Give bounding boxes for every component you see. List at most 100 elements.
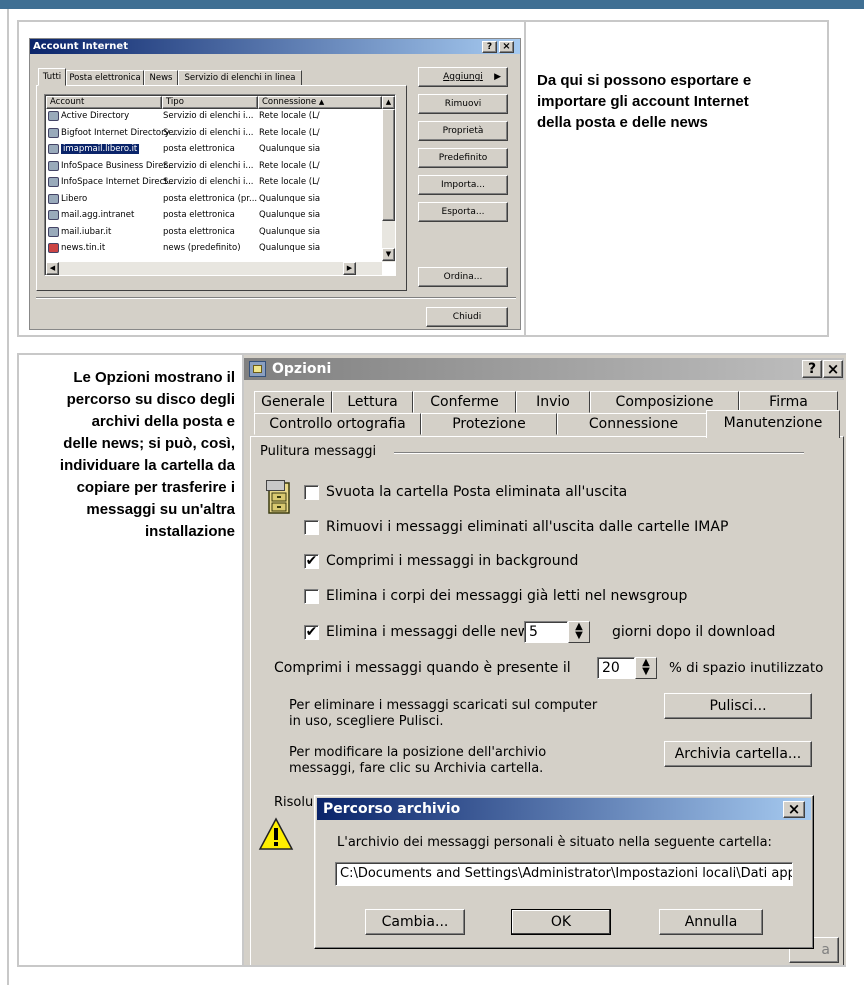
tab-conferme[interactable]: Conferme [413, 391, 516, 413]
account-cell: InfoSpace Internet Direct... [61, 177, 176, 187]
news-days-input[interactable]: 5 [524, 621, 568, 643]
tab-servizio-elenchi[interactable]: Servizio di elenchi in linea [178, 70, 302, 86]
table-row[interactable]: news.tin.it news (predefinito) Qualunque s… [46, 242, 382, 255]
scroll-up-button[interactable]: ▲ [382, 96, 395, 109]
account-cell: mail.iubar.it [61, 226, 112, 237]
annulla-button[interactable]: Annulla [659, 909, 763, 935]
column-header-account[interactable]: Account [46, 96, 162, 109]
ordina-button[interactable]: Ordina... [418, 267, 508, 287]
tab-connessione[interactable]: Connessione [557, 413, 710, 435]
checkbox-elimina-news[interactable]: ✔ [304, 625, 319, 640]
opzioni-titlebar: Opzioni [244, 358, 844, 380]
compact-percent-stepper[interactable]: ▲ ▼ [635, 657, 657, 679]
table-row[interactable]: imapmail.libero.it posta elettronica Qualu… [46, 143, 382, 156]
label-comprimi-background: Comprimi i messaggi in background [326, 553, 579, 569]
news-account-icon [48, 243, 59, 253]
aggiungi-label: Aggiungi [443, 72, 483, 82]
dialog-titlebar: Account Internet [30, 39, 520, 54]
scroll-thumb[interactable] [382, 109, 395, 221]
tab-protezione[interactable]: Protezione [421, 413, 557, 435]
connessione-cell: Rete locale (L/ [259, 111, 320, 121]
tab-manutenzione[interactable]: Manutenzione [706, 410, 840, 438]
scroll-left-button[interactable]: ◀ [46, 262, 59, 275]
percorso-message: L'archivio dei messaggi personali è situ… [337, 835, 772, 850]
account-icon [48, 226, 59, 237]
column-header-tipo[interactable]: Tipo [162, 96, 258, 109]
column-header-connessione[interactable]: Connessione ▲ [258, 96, 382, 109]
table-row[interactable]: Active Directory Servizio di elenchi i...… [46, 110, 382, 123]
connessione-cell: Qualunque sia [259, 243, 321, 253]
menu-arrow-icon: ▶ [494, 72, 501, 82]
cabinet-icon [266, 480, 292, 514]
table-row[interactable]: InfoSpace Business Direc... Servizio di e… [46, 160, 382, 173]
chiudi-button[interactable]: Chiudi [426, 307, 508, 327]
scroll-down-button[interactable]: ▼ [382, 248, 395, 261]
account-internet-dialog: Account Internet ? × Tutti Posta elettro… [29, 38, 521, 330]
label-archive-text-1: Per modificare la posizione dell'archivi… [289, 745, 547, 760]
opzioni-close-icon[interactable]: × [823, 360, 843, 378]
tipo-cell: news (predefinito) [163, 243, 241, 253]
vertical-scrollbar[interactable]: ▲ ▼ [382, 96, 395, 262]
scroll-right-button[interactable]: ▶ [343, 262, 356, 275]
label-compact-suffix: % di spazio inutilizzato [669, 660, 824, 676]
tipo-cell: Servizio di elenchi i... [163, 111, 254, 121]
importa-button[interactable]: Importa... [418, 175, 508, 195]
tab-invio[interactable]: Invio [516, 391, 590, 413]
percorso-path-field[interactable]: C:\Documents and Settings\Administrator\… [335, 862, 793, 886]
ok-button[interactable]: OK [511, 909, 611, 935]
opzioni-help-button[interactable]: ? [802, 360, 822, 378]
tipo-cell: Servizio di elenchi i... [163, 127, 254, 138]
account-icon [48, 160, 59, 171]
top-accent-bar [0, 0, 864, 9]
opzioni-title: Opzioni [272, 361, 332, 377]
table-row[interactable]: mail.agg.intranet posta elettronica Qualun… [46, 209, 382, 222]
aggiungi-button[interactable]: Aggiungi ▶ [418, 67, 508, 87]
rimuovi-button[interactable]: Rimuovi [418, 94, 508, 114]
label-rimuovi-imap: Rimuovi i messaggi eliminati all'uscita … [326, 519, 729, 535]
list-header: Account Tipo Connessione ▲ [46, 96, 382, 109]
percorso-close-icon[interactable]: × [783, 801, 805, 818]
compact-percent-input[interactable]: 20 [597, 657, 635, 679]
account-icon [48, 127, 59, 138]
close-icon[interactable]: × [499, 41, 514, 53]
news-days-stepper[interactable]: ▲ ▼ [568, 621, 590, 643]
sort-ascending-icon: ▲ [318, 98, 325, 106]
connessione-cell: Rete locale (L/ [259, 127, 320, 138]
connessione-cell: Qualunque sia [259, 210, 321, 220]
checkbox-elimina-corpi[interactable] [304, 589, 319, 604]
pulisci-button[interactable]: Pulisci... [664, 693, 812, 719]
label-clean-text-2: in uso, scegliere Pulisci. [289, 714, 444, 729]
checkbox-rimuovi-imap[interactable] [304, 520, 319, 535]
predefinito-button[interactable]: Predefinito [418, 148, 508, 168]
connessione-cell: Rete locale (L/ [259, 160, 320, 171]
panel1-divider [524, 22, 526, 335]
tab-posta-elettronica[interactable]: Posta elettronica [66, 70, 144, 86]
dialog-title: Account Internet [33, 41, 128, 52]
accounts-list[interactable]: Account Tipo Connessione ▲ Active Direct… [44, 94, 396, 276]
group-rule [394, 452, 804, 454]
horizontal-scrollbar[interactable]: ◀ ▶ [46, 262, 382, 275]
archivia-cartella-button[interactable]: Archivia cartella... [664, 741, 812, 767]
list-rows: Active Directory Servizio di elenchi i...… [46, 110, 382, 260]
tab-controllo-ortografia[interactable]: Controllo ortografia [254, 413, 421, 435]
esporta-button[interactable]: Esporta... [418, 202, 508, 222]
tab-news[interactable]: News [144, 70, 178, 86]
tipo-cell: posta elettronica [163, 210, 235, 220]
table-row[interactable]: InfoSpace Internet Direct... Servizio di … [46, 176, 382, 189]
table-row[interactable]: mail.iubar.it posta elettronica Qualunque … [46, 226, 382, 239]
label-risoluzione-problemi-partial: Risolu [274, 795, 314, 810]
table-row[interactable]: Bigfoot Internet Directory ... Servizio d… [46, 127, 382, 140]
help-button[interactable]: ? [482, 41, 497, 53]
proprieta-button[interactable]: Proprietà [418, 121, 508, 141]
connessione-cell: Rete locale (L/ [259, 177, 320, 187]
group-title-pulitura: Pulitura messaggi [260, 444, 377, 459]
tab-generale[interactable]: Generale [254, 391, 332, 413]
column-header-connessione-label: Connessione [262, 97, 317, 107]
checkbox-svuota[interactable] [304, 485, 319, 500]
table-row[interactable]: Libero posta elettronica (pr... Qualunque … [46, 193, 382, 206]
account-cell: Active Directory [61, 111, 130, 121]
cambia-button[interactable]: Cambia... [365, 909, 465, 935]
tab-tutti[interactable]: Tutti [38, 68, 66, 86]
tab-lettura[interactable]: Lettura [332, 391, 413, 413]
checkbox-comprimi-background[interactable]: ✔ [304, 554, 319, 569]
